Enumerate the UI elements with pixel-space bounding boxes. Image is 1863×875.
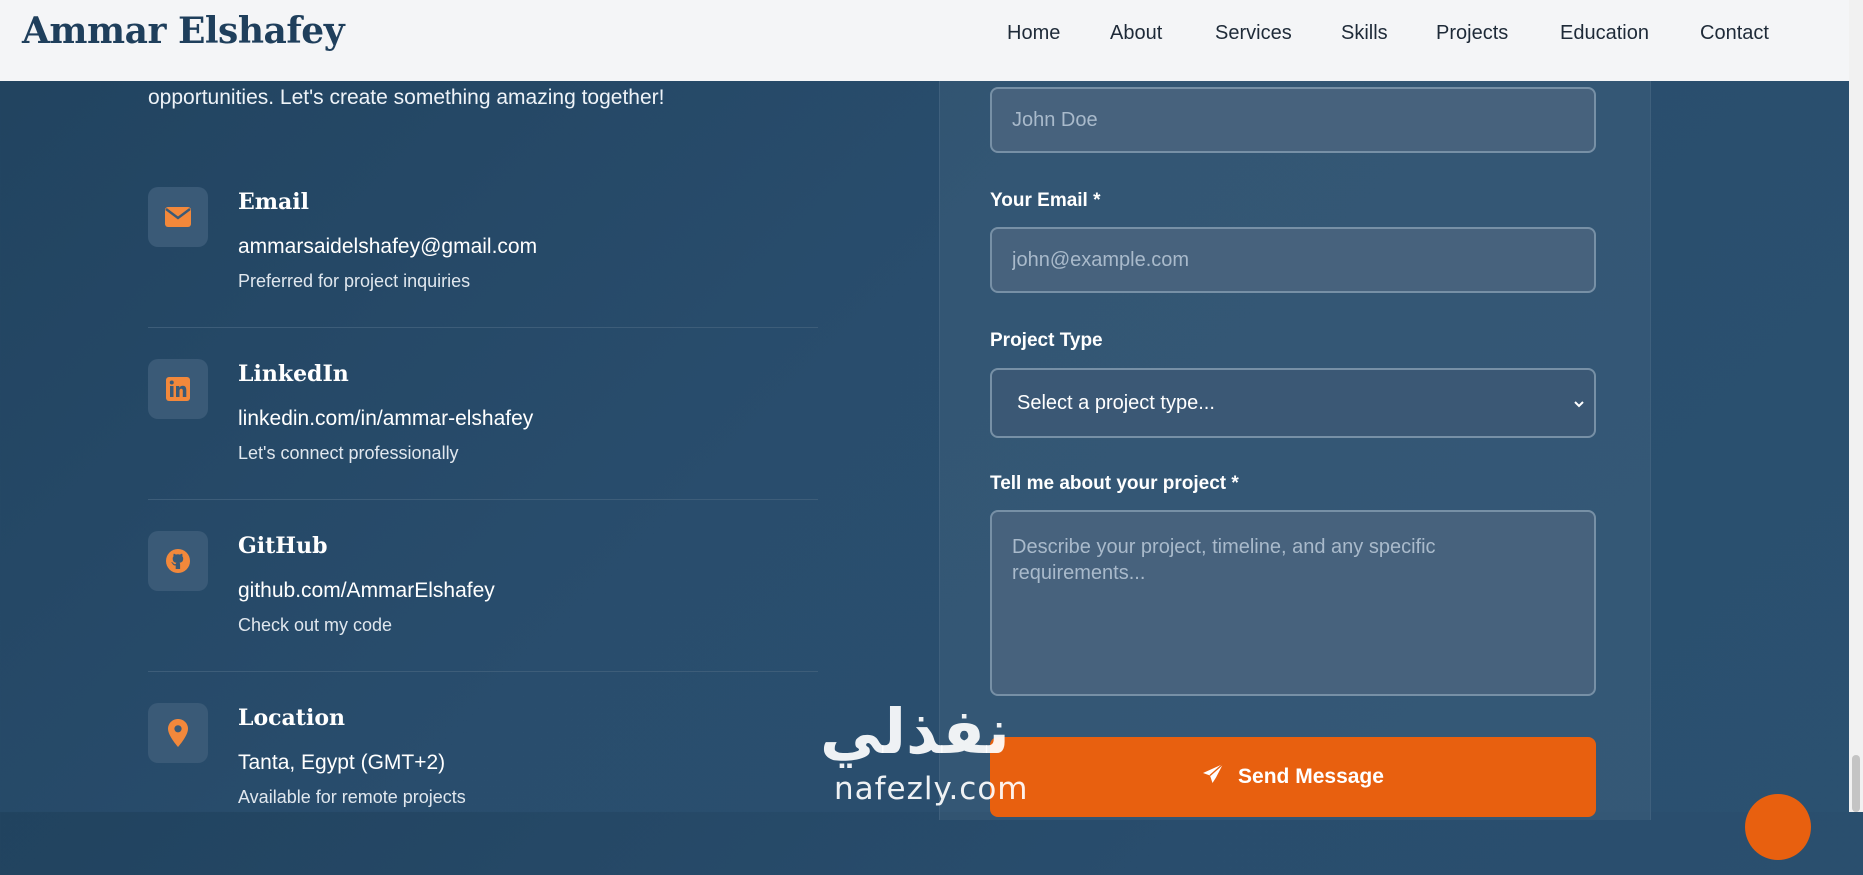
message-textarea[interactable] xyxy=(990,510,1596,696)
linkedin-icon xyxy=(148,359,208,419)
nav-services[interactable]: Services xyxy=(1215,22,1292,45)
nav-home[interactable]: Home xyxy=(1007,22,1060,45)
send-message-button[interactable]: Send Message xyxy=(990,737,1596,817)
nav-projects[interactable]: Projects xyxy=(1436,22,1508,45)
contact-item-github: GitHub github.com/AmmarElshafey Check ou… xyxy=(148,531,818,703)
scrollbar-thumb[interactable] xyxy=(1852,755,1860,812)
contact-note: Preferred for project inquiries xyxy=(238,271,471,291)
contact-value[interactable]: github.com/AmmarElshafey xyxy=(238,579,495,603)
contact-title: GitHub xyxy=(238,533,328,559)
paper-plane-icon xyxy=(1202,763,1238,791)
envelope-icon xyxy=(148,187,208,247)
nav-about[interactable]: About xyxy=(1110,22,1162,45)
map-pin-icon xyxy=(148,703,208,763)
chevron-down-icon xyxy=(1572,394,1586,417)
brand-logo[interactable]: Ammar Elshafey xyxy=(22,10,345,52)
contact-item-linkedin: LinkedIn linkedin.com/in/ammar-elshafey … xyxy=(148,359,818,531)
contact-item-location: Location Tanta, Egypt (GMT+2) Available … xyxy=(148,703,818,875)
message-label: Tell me about your project * xyxy=(990,473,1239,494)
divider xyxy=(148,499,818,500)
contact-note: Check out my code xyxy=(238,615,393,635)
nav-education[interactable]: Education xyxy=(1560,22,1649,45)
contact-value[interactable]: ammarsaidelshafey@gmail.com xyxy=(238,235,537,259)
scrollbar[interactable] xyxy=(1849,0,1863,812)
github-icon xyxy=(148,531,208,591)
navbar: Ammar Elshafey Home About Services Skill… xyxy=(0,0,1849,81)
contact-note: Available for remote projects xyxy=(238,787,466,807)
name-input[interactable] xyxy=(990,87,1596,153)
contact-value[interactable]: linkedin.com/in/ammar-elshafey xyxy=(238,407,533,431)
project-type-select[interactable]: Select a project type... xyxy=(990,368,1596,438)
divider xyxy=(148,671,818,672)
nav-skills[interactable]: Skills xyxy=(1341,22,1388,45)
contact-note: Let's connect professionally xyxy=(238,443,459,463)
contact-title: LinkedIn xyxy=(238,361,349,387)
contact-item-email: Email ammarsaidelshafey@gmail.com Prefer… xyxy=(148,187,818,359)
scroll-to-top-button[interactable] xyxy=(1745,794,1811,860)
email-label: Your Email * xyxy=(990,190,1101,211)
contact-value: Tanta, Egypt (GMT+2) xyxy=(238,751,446,774)
intro-text: opportunities. Let's create something am… xyxy=(148,86,665,109)
contact-form-panel xyxy=(939,60,1651,820)
nav-contact[interactable]: Contact xyxy=(1700,22,1769,45)
project-type-value: Select a project type... xyxy=(1017,391,1215,414)
divider xyxy=(148,327,818,328)
email-input[interactable] xyxy=(990,227,1596,293)
project-type-label: Project Type xyxy=(990,330,1103,351)
contact-title: Location xyxy=(238,705,345,731)
send-message-label: Send Message xyxy=(1238,765,1384,788)
contact-title: Email xyxy=(238,189,310,215)
